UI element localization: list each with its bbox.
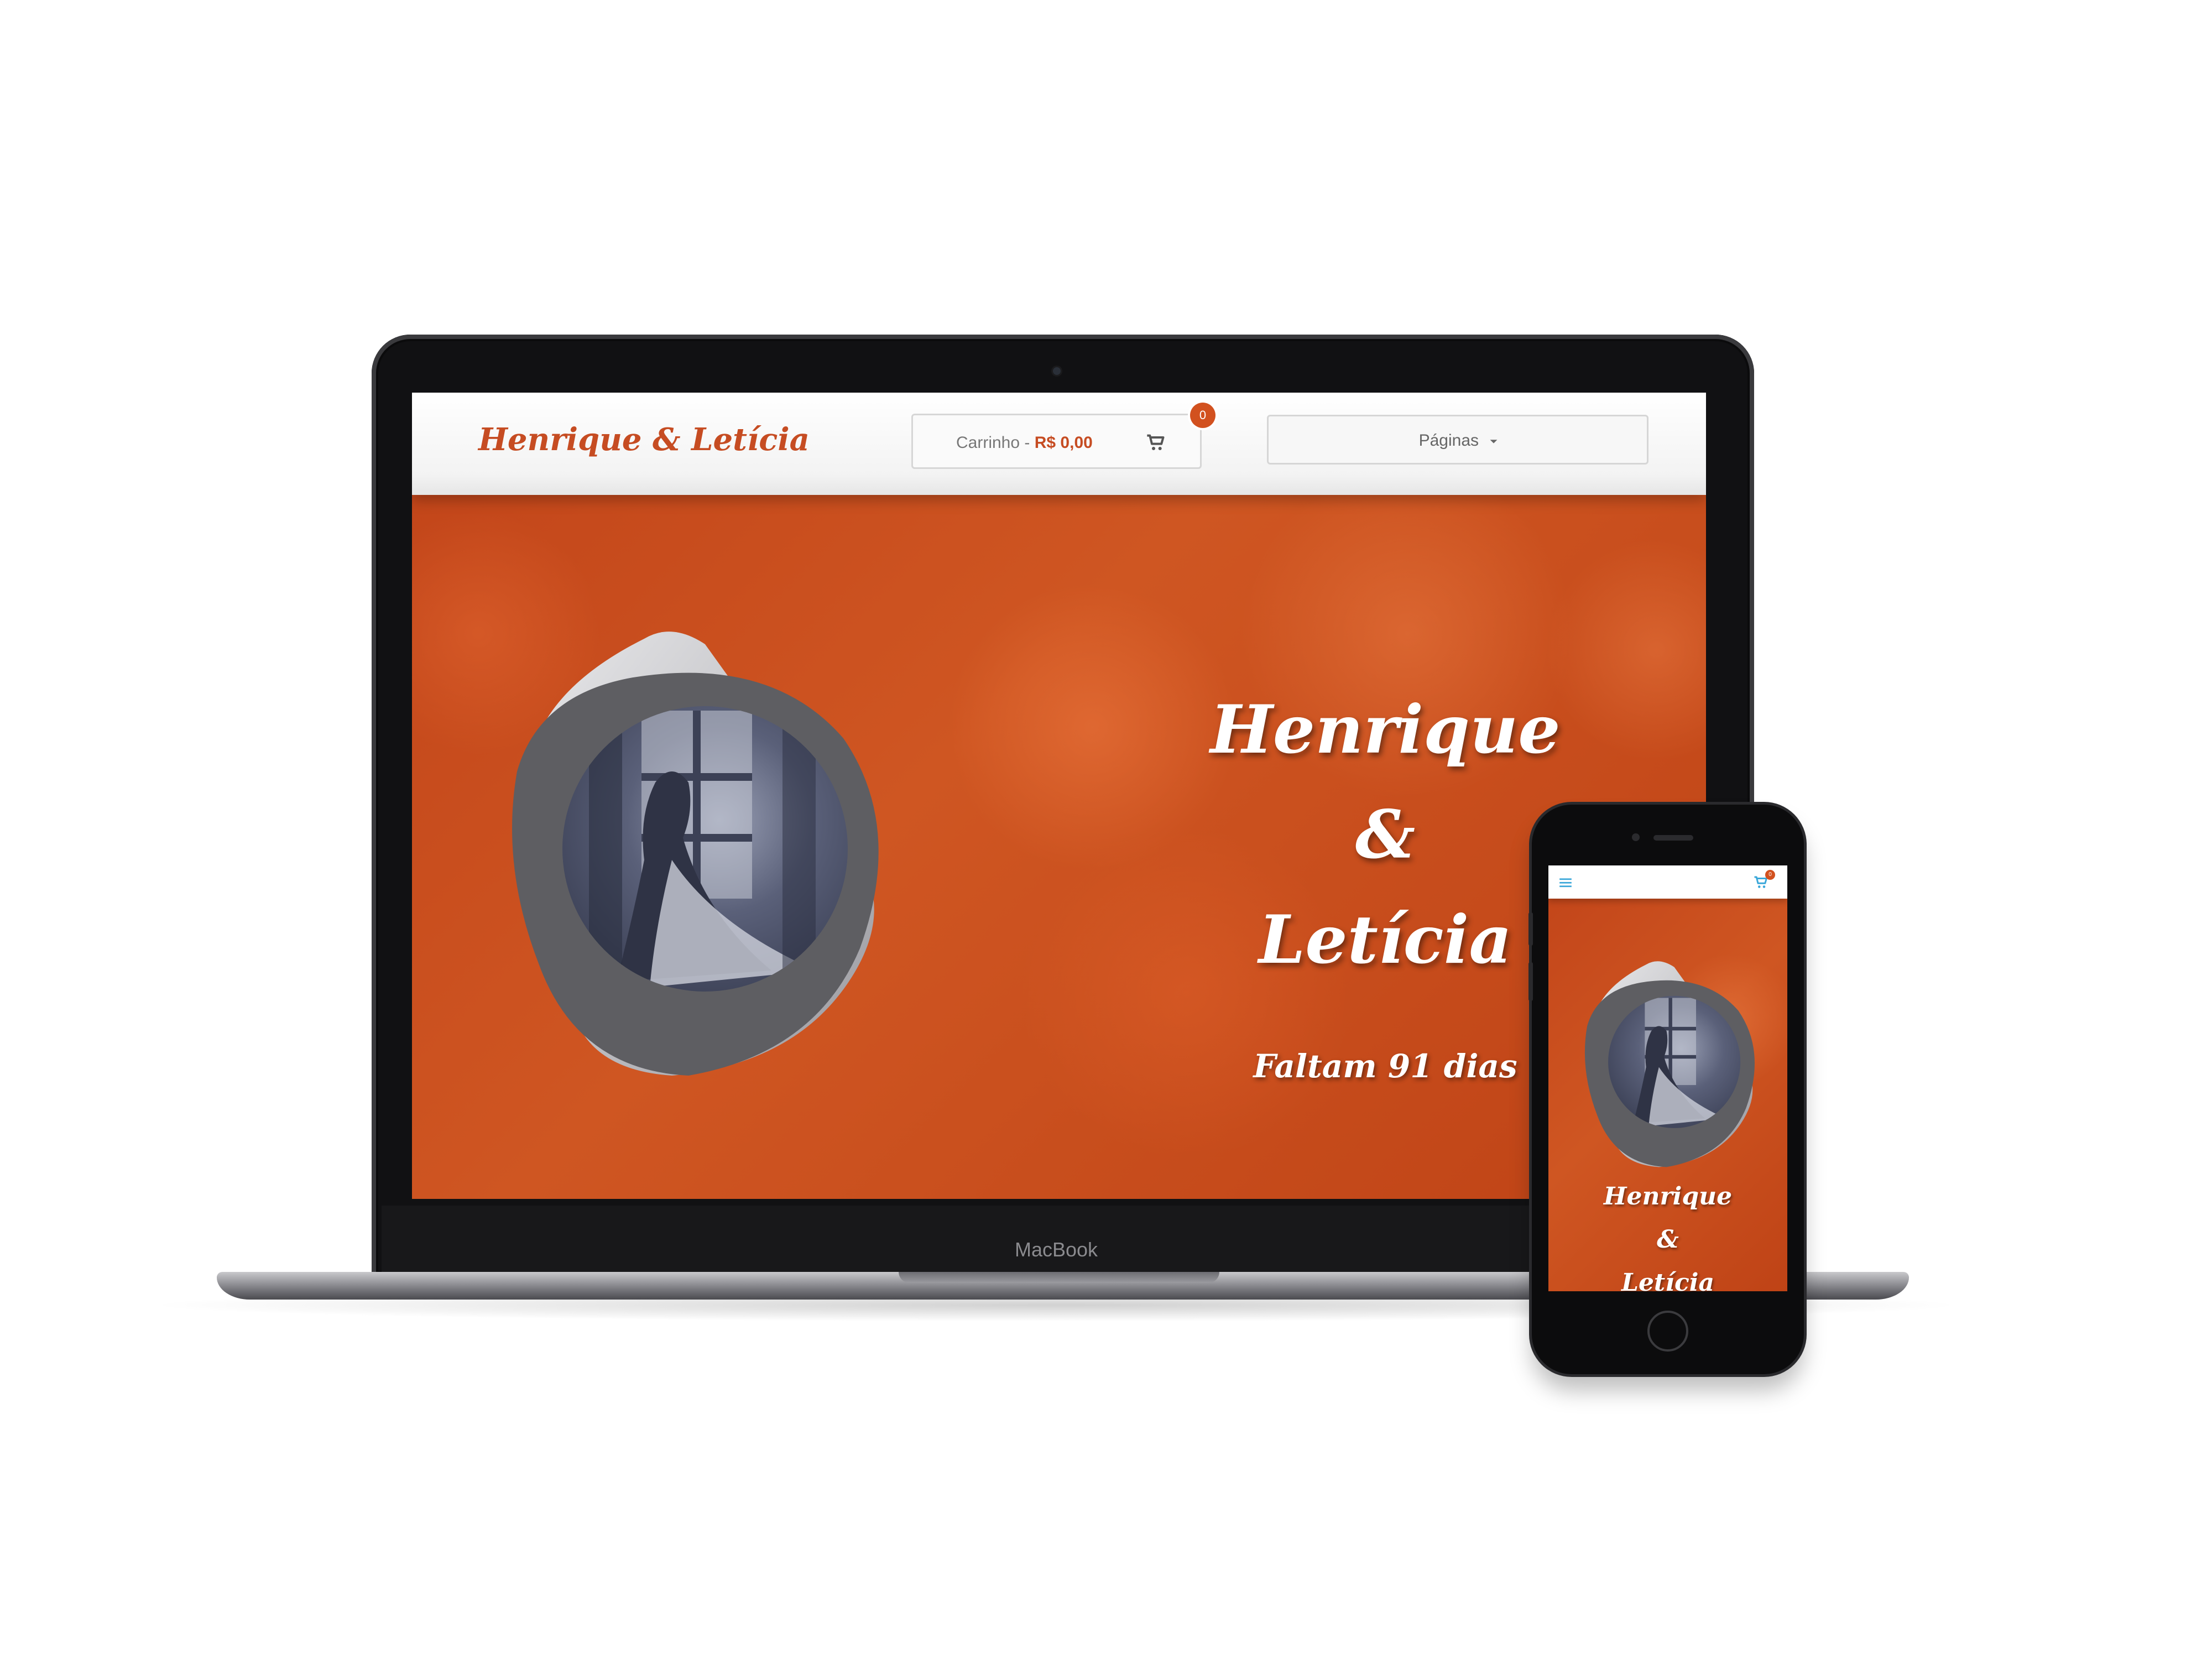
pages-dropdown[interactable]: Páginas [1267,415,1648,465]
hero-name-first: Henrique [1210,691,1561,769]
cart-button[interactable]: Carrinho - R$ 0,00 [911,414,1202,469]
phone-side-button [1528,912,1533,946]
laptop-brand-label: MacBook [1014,1238,1098,1261]
mobile-hero-ampersand: & [1657,1225,1679,1254]
hero-name-second: Letícia [1258,901,1512,979]
hero-section: Henrique & Letícia Faltam 91 dias [412,495,1706,1199]
cart-text: Carrinho - R$ 0,00 [956,431,1093,455]
mobile-couple-photo [1584,961,1755,1167]
mobile-cart-badge: 0 [1765,870,1775,880]
hamburger-menu-icon[interactable] [1558,875,1573,890]
mobile-navbar: 0 [1548,865,1787,899]
pages-dropdown-label: Páginas [1269,429,1650,453]
cart-total: R$ 0,00 [1034,434,1093,452]
mobile-hero-section: Henrique & Letícia [1548,899,1787,1291]
cart-count-badge: 0 [1190,403,1215,428]
laptop-screen: Henrique & Letícia Carrinho - R$ 0,00 0 … [412,393,1706,1199]
phone-front-camera [1632,833,1640,841]
pages-label-text: Páginas [1418,431,1479,450]
mobile-hero-name-first: Henrique [1603,1182,1733,1211]
cart-label: Carrinho [956,434,1020,452]
webcam [1053,367,1061,375]
site-navbar: Henrique & Letícia Carrinho - R$ 0,00 0 … [412,393,1706,495]
phone-side-button [1528,962,1533,1001]
mobile-hero-name-second: Letícia [1621,1269,1714,1291]
phone-speaker [1653,835,1693,841]
laptop-mockup: MacBook Henrique & Letícia Carrinho - R$… [0,0,2212,1659]
phone-screen: 0 Henrique & Letícia [1548,865,1787,1291]
phone-home-button[interactable] [1647,1311,1688,1352]
couple-photo [512,632,879,1076]
cart-separator: - [1020,434,1035,452]
caret-down-icon [1490,440,1498,444]
cart-icon [1147,434,1165,450]
hero-couple-names: Henrique & Letícia [1186,677,1584,993]
laptop-base-notch [899,1272,1219,1283]
hero-ampersand: & [1355,796,1416,874]
hero-countdown: Faltam 91 dias [1253,1047,1517,1085]
site-logo[interactable]: Henrique & Letícia [478,415,810,465]
mobile-hero-couple-names: Henrique & Letícia [1585,1175,1751,1291]
